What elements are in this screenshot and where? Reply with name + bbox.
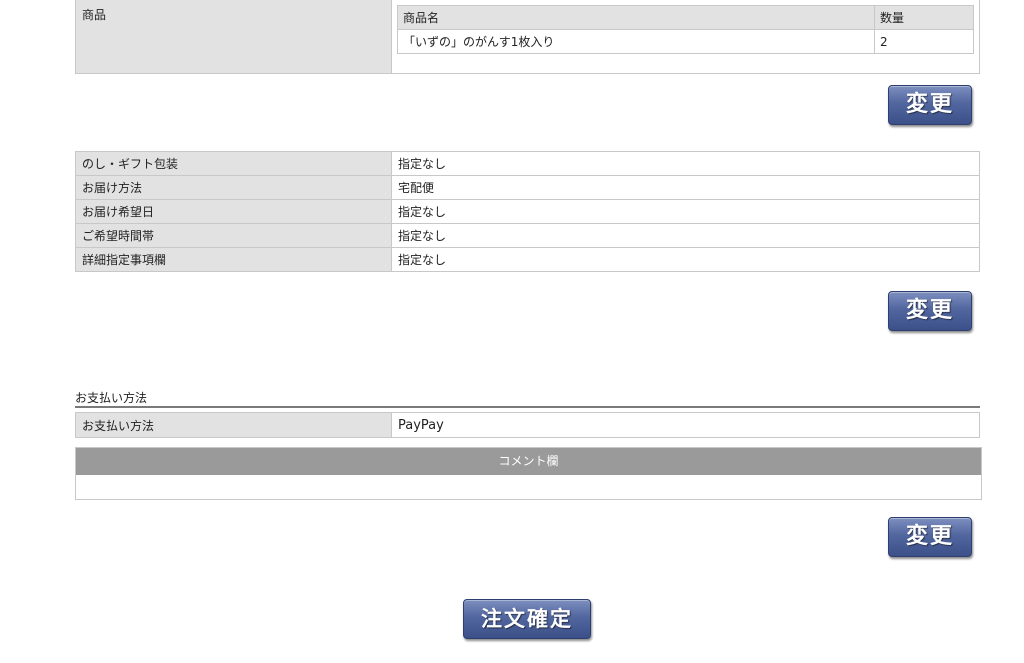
delivery-date-label: お届け希望日: [75, 199, 392, 224]
table-row: 詳細指定事項欄 指定なし: [75, 247, 980, 272]
product-items-table: 商品名 数量 「いずの」のがんす1枚入り 2: [397, 5, 974, 54]
table-row: お届け希望日 指定なし: [75, 199, 980, 224]
change-products-button[interactable]: 変更: [888, 85, 972, 125]
table-row: ご希望時間帯 指定なし: [75, 223, 980, 248]
change-delivery-button[interactable]: 変更: [888, 291, 972, 331]
column-header-product-name: 商品名: [397, 5, 875, 30]
gift-wrap-value: 指定なし: [391, 151, 980, 176]
detail-notes-value: 指定なし: [391, 247, 980, 272]
delivery-table: のし・ギフト包装 指定なし お届け方法 宅配便 お届け希望日 指定なし ご希望時…: [75, 151, 980, 272]
comment-heading: コメント欄: [76, 448, 981, 475]
detail-notes-label: 詳細指定事項欄: [75, 247, 392, 272]
payment-method-label: お支払い方法: [75, 412, 392, 438]
column-header-quantity: 数量: [874, 5, 974, 30]
payment-section-title: お支払い方法: [75, 390, 980, 408]
change-payment-button[interactable]: 変更: [888, 517, 972, 557]
table-row: お届け方法 宅配便: [75, 175, 980, 200]
confirm-order-button[interactable]: 注文確定: [463, 599, 591, 639]
table-row: 「いずの」のがんす1枚入り 2: [397, 29, 974, 54]
product-table: 商品 商品名 数量 「いずの」のがんす1枚入り 2: [75, 0, 980, 74]
table-row: のし・ギフト包装 指定なし: [75, 151, 980, 176]
payment-method-value: PayPay: [391, 412, 980, 438]
product-header-row: 商品名 数量: [397, 5, 974, 30]
payment-table: お支払い方法 PayPay: [75, 412, 980, 438]
delivery-method-value: 宅配便: [391, 175, 980, 200]
delivery-method-label: お届け方法: [75, 175, 392, 200]
table-row: お支払い方法 PayPay: [75, 412, 980, 438]
product-name: 「いずの」のがんす1枚入り: [397, 29, 875, 54]
delivery-time-value: 指定なし: [391, 223, 980, 248]
product-quantity: 2: [874, 29, 974, 54]
gift-wrap-label: のし・ギフト包装: [75, 151, 392, 176]
product-section-label: 商品: [75, 0, 392, 74]
delivery-date-value: 指定なし: [391, 199, 980, 224]
comment-body: [76, 475, 981, 499]
product-list-cell: 商品名 数量 「いずの」のがんす1枚入り 2: [391, 0, 980, 74]
delivery-time-label: ご希望時間帯: [75, 223, 392, 248]
comment-box: コメント欄: [75, 447, 982, 500]
